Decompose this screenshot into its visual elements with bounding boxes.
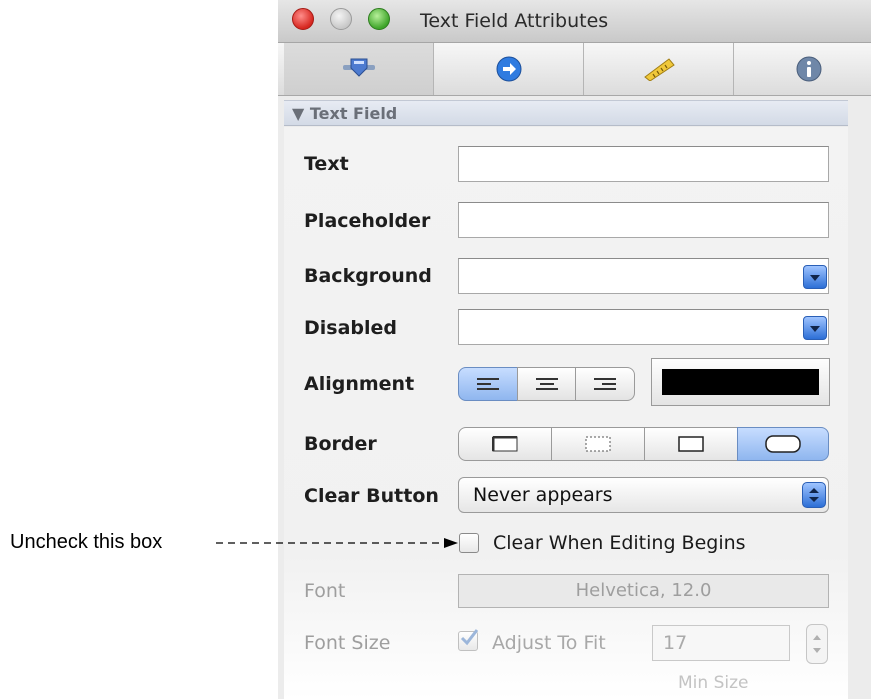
font-size-label: Font Size xyxy=(304,632,391,654)
info-icon xyxy=(796,56,822,82)
background-label: Background xyxy=(304,265,432,287)
checkmark-icon xyxy=(460,629,478,646)
clear-button-popup[interactable]: Never appears xyxy=(458,477,829,513)
min-size-label: Min Size xyxy=(678,673,749,693)
adjust-to-fit-checkbox[interactable] xyxy=(458,629,478,651)
text-color-well[interactable] xyxy=(651,358,830,406)
popup-arrows-icon xyxy=(802,482,826,508)
clear-button-label: Clear Button xyxy=(304,485,439,507)
align-center-icon xyxy=(535,377,558,391)
tab-connections[interactable] xyxy=(434,43,584,95)
border-line-button[interactable] xyxy=(458,427,552,461)
border-square-icon xyxy=(678,436,704,452)
font-field[interactable]: Helvetica, 12.0 xyxy=(458,574,829,608)
color-swatch xyxy=(662,369,819,395)
align-left-button[interactable] xyxy=(458,367,518,401)
arrow-right-circle-icon xyxy=(496,56,521,82)
align-left-icon xyxy=(477,377,499,391)
disabled-label: Disabled xyxy=(304,317,398,339)
clear-button-value: Never appears xyxy=(473,484,613,506)
min-size-stepper[interactable] xyxy=(806,624,828,664)
minimize-button[interactable] xyxy=(330,8,352,30)
zoom-button[interactable] xyxy=(368,8,390,30)
placeholder-input[interactable] xyxy=(458,202,829,238)
align-center-button[interactable] xyxy=(517,367,576,401)
border-square-button[interactable] xyxy=(644,427,738,461)
clear-when-editing-label: Clear When Editing Begins xyxy=(493,532,746,554)
min-size-input[interactable]: 17 xyxy=(652,625,790,661)
alignment-label: Alignment xyxy=(304,373,415,395)
border-bezel-icon xyxy=(585,436,611,452)
ruler-icon xyxy=(643,58,675,81)
align-right-button[interactable] xyxy=(575,367,635,401)
chevron-down-icon[interactable] xyxy=(803,265,827,289)
background-combo[interactable] xyxy=(458,258,829,294)
dashed-arrow xyxy=(216,538,458,548)
tab-size[interactable] xyxy=(584,43,734,95)
close-button[interactable] xyxy=(292,8,314,30)
border-label: Border xyxy=(304,433,377,455)
clear-when-editing-checkbox[interactable] xyxy=(459,533,479,553)
tab-attributes[interactable] xyxy=(284,43,434,95)
adjust-to-fit-label: Adjust To Fit xyxy=(492,632,606,654)
border-bezel-button[interactable] xyxy=(551,427,645,461)
border-line-icon xyxy=(492,436,518,452)
border-rounded-button[interactable] xyxy=(737,427,829,461)
placeholder-label: Placeholder xyxy=(304,210,431,232)
annotation-callout: Uncheck this box xyxy=(10,531,163,553)
text-field-section-header[interactable]: ▼ Text Field xyxy=(284,100,848,126)
tab-identity[interactable] xyxy=(734,43,871,95)
font-label: Font xyxy=(304,580,346,602)
slider-knob-icon xyxy=(342,58,375,77)
align-right-icon xyxy=(594,377,616,391)
text-input[interactable] xyxy=(458,146,829,182)
border-rounded-icon xyxy=(765,435,801,453)
window-title: Text Field Attributes xyxy=(420,10,609,32)
chevron-down-icon[interactable] xyxy=(803,316,827,340)
disabled-combo[interactable] xyxy=(458,309,829,345)
text-label: Text xyxy=(304,153,349,175)
